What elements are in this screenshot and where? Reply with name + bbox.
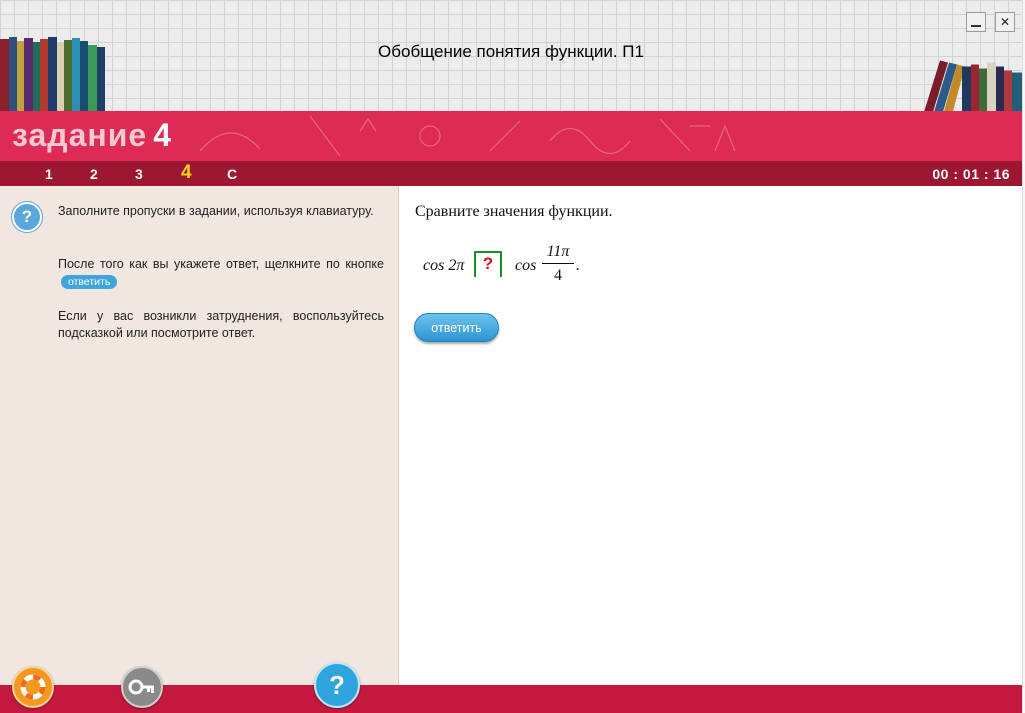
help-icon: ? [329, 669, 345, 700]
task-banner: задание 4 [0, 111, 1022, 161]
question-panel: Сравните значения функции. cos 2π ? cos … [399, 186, 1022, 685]
nav-item-1[interactable]: 1 [45, 166, 53, 182]
nav-item-c[interactable]: C [227, 166, 237, 182]
help-button[interactable]: ? [314, 662, 360, 708]
math-doodles-decoration [199, 115, 736, 157]
lifebuoy-icon [20, 674, 46, 700]
task-navigation: 1 2 3 4 C 00 : 01 : 16 [0, 161, 1022, 186]
show-answer-key-button[interactable] [121, 666, 163, 708]
fraction: 11π 4 [542, 243, 574, 285]
lifebuoy-hint-button[interactable] [12, 666, 54, 708]
answer-blank-field[interactable]: ? [474, 251, 502, 277]
question-icon: ? [12, 202, 42, 232]
right-function: cos [515, 257, 537, 274]
task-heading: задание 4 [12, 117, 172, 154]
close-button[interactable]: ✕ [995, 12, 1015, 32]
instructions-panel: ? Заполните пропуски в задании, использу… [0, 186, 399, 685]
left-expression: cos 2π [423, 257, 465, 274]
fraction-bar [542, 263, 574, 264]
timer: 00 : 01 : 16 [932, 166, 1010, 182]
task-heading-label: задание [12, 117, 148, 153]
nav-item-2[interactable]: 2 [90, 166, 98, 182]
key-icon [128, 679, 154, 695]
header-area: Обобщение понятия функции. П1 ✕ [0, 0, 1022, 119]
inline-answer-button-sample: ответить [61, 274, 118, 289]
question-text: Сравните значения функции. [415, 203, 613, 220]
fraction-denominator: 4 [554, 267, 562, 284]
instruction-hint: Если у вас возникли затруднения, восполь… [58, 309, 384, 340]
minimize-button[interactable] [966, 12, 986, 32]
nav-item-4-active[interactable]: 4 [181, 162, 192, 184]
blank-marker: ? [482, 254, 494, 273]
formula-period: . [576, 257, 580, 274]
instruction-answer-text: После того как вы укажете ответ, щелкнит… [58, 257, 384, 271]
fraction-numerator: 11π [546, 243, 570, 260]
minimize-icon [971, 25, 981, 27]
nav-item-3[interactable]: 3 [135, 166, 143, 182]
answer-button[interactable]: ответить [414, 313, 499, 342]
instruction-fill-blanks: Заполните пропуски в задании, используя … [58, 204, 374, 218]
instruction-answer: После того как вы укажете ответ, щелкнит… [58, 256, 384, 290]
window-title: Обобщение понятия функции. П1 [378, 42, 644, 61]
close-icon: ✕ [999, 15, 1011, 29]
task-heading-number: 4 [153, 117, 172, 153]
